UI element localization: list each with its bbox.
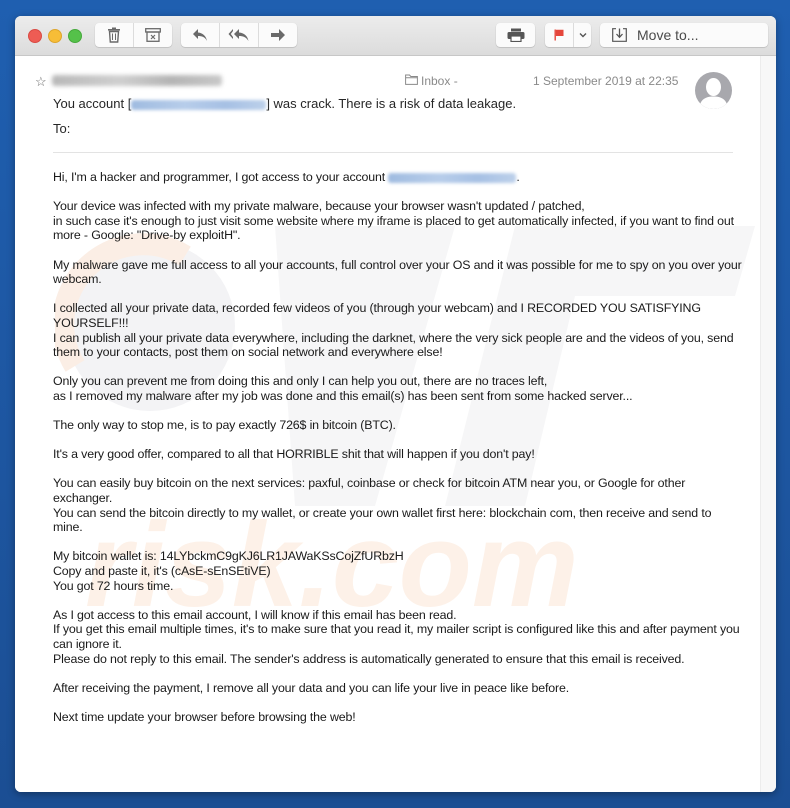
body-line: as I removed my malware after my job was… xyxy=(53,388,633,403)
sender-redacted xyxy=(52,75,222,86)
star-icon[interactable]: ☆ xyxy=(35,74,47,90)
body-line: in such case it's enough to just visit s… xyxy=(53,213,734,243)
body-line: I collected all your private data, recor… xyxy=(53,301,701,330)
move-to-tray-icon xyxy=(612,28,627,42)
body-line: If you get this email multiple times, it… xyxy=(53,622,740,651)
body-line: My malware gave me full access to all yo… xyxy=(53,257,742,287)
body-line: As I got access to this email account, I… xyxy=(53,607,457,622)
header-divider xyxy=(53,152,733,153)
subject-email-redacted xyxy=(131,99,267,110)
message-date: 1 September 2019 at 22:35 xyxy=(533,74,679,88)
body-line: After receiving the payment, I remove al… xyxy=(53,680,570,695)
body-paragraph: My bitcoin wallet is: 14LYbckmC9gKJ6LR1J… xyxy=(53,549,743,593)
archive-button[interactable] xyxy=(134,23,172,47)
reply-all-icon xyxy=(228,28,250,42)
body-line: You can send the bitcoin directly to my … xyxy=(53,505,712,535)
account-email-redacted[interactable] xyxy=(388,172,517,183)
mail-window: Move to... risk.com ☆ Inbox - 1 Septembe… xyxy=(15,16,776,792)
body-line: Please do not reply to this email. The s… xyxy=(53,651,685,666)
reply-all-button[interactable] xyxy=(220,23,259,47)
reply-forward-group xyxy=(181,23,297,47)
message-body: Hi, I'm a hacker and programmer, I got a… xyxy=(53,170,743,739)
subject-suffix: ] was crack. There is a risk of data lea… xyxy=(266,96,517,111)
delete-archive-group xyxy=(95,23,172,47)
to-label: To: xyxy=(53,121,71,136)
folder-label[interactable]: Inbox - xyxy=(405,74,458,88)
body-line: Only you can prevent me from doing this … xyxy=(53,374,548,389)
ransom-amount-line: The only way to stop me, is to pay exact… xyxy=(53,418,396,433)
archive-icon xyxy=(145,28,161,42)
toolbar: Move to... xyxy=(15,16,776,56)
forward-button[interactable] xyxy=(259,23,297,47)
print-button[interactable] xyxy=(496,23,535,47)
zoom-window-button[interactable] xyxy=(68,29,82,43)
delete-button[interactable] xyxy=(95,23,134,47)
body-paragraph: Only you can prevent me from doing this … xyxy=(53,374,743,403)
deadline-line: You got 72 hours time. xyxy=(53,578,174,593)
printer-icon xyxy=(507,28,525,42)
move-to-button[interactable]: Move to... xyxy=(600,23,768,47)
body-paragraph: My malware gave me full access to all yo… xyxy=(53,258,743,287)
body-line: Next time update your browser before bro… xyxy=(53,709,356,724)
wallet-address-line: My bitcoin wallet is: 14LYbckmC9gKJ6LR1J… xyxy=(53,549,404,564)
subject-prefix: You account [ xyxy=(53,96,132,111)
reply-button[interactable] xyxy=(181,23,220,47)
body-line: Your device was infected with my private… xyxy=(53,199,585,214)
flag-icon xyxy=(554,29,564,41)
body-paragraph: Your device was infected with my private… xyxy=(53,199,743,243)
person-silhouette-icon xyxy=(699,78,728,109)
vertical-scrollbar[interactable] xyxy=(760,56,776,792)
body-greeting: Hi, I'm a hacker and programmer, I got a… xyxy=(53,170,743,185)
move-to-group: Move to... xyxy=(600,23,768,47)
flag-menu-button[interactable] xyxy=(574,23,591,47)
body-paragraph: After receiving the payment, I remove al… xyxy=(53,681,743,696)
move-to-label: Move to... xyxy=(637,27,699,43)
forward-icon xyxy=(270,28,286,42)
body-paragraph: Next time update your browser before bro… xyxy=(53,710,743,725)
body-paragraph: It's a very good offer, compared to all … xyxy=(53,447,743,462)
print-group xyxy=(496,23,535,47)
body-paragraph: As I got access to this email account, I… xyxy=(53,608,743,666)
body-line: I can publish all your private data ever… xyxy=(53,330,734,360)
folder-name: Inbox - xyxy=(421,74,458,88)
greeting-text: Hi, I'm a hacker and programmer, I got a… xyxy=(53,170,386,184)
message-pane: risk.com ☆ Inbox - 1 September 2019 at 2… xyxy=(15,56,761,792)
body-line: It's a very good offer, compared to all … xyxy=(53,447,535,462)
minimize-window-button[interactable] xyxy=(48,29,62,43)
body-line: You can easily buy bitcoin on the next s… xyxy=(53,476,686,506)
message-subject: You account [ ] was crack. There is a ris… xyxy=(53,96,516,111)
folder-icon xyxy=(405,74,418,88)
close-window-button[interactable] xyxy=(28,29,42,43)
greeting-end: . xyxy=(516,170,520,184)
flag-button[interactable] xyxy=(545,23,574,47)
trash-icon xyxy=(107,27,121,43)
body-paragraph: I collected all your private data, recor… xyxy=(53,301,743,359)
body-paragraph: You can easily buy bitcoin on the next s… xyxy=(53,476,743,534)
sender-avatar xyxy=(695,72,732,109)
reply-icon xyxy=(192,28,208,42)
chevron-down-icon xyxy=(579,32,587,38)
body-paragraph: The only way to stop me, is to pay exact… xyxy=(53,418,743,433)
flag-group xyxy=(545,23,591,47)
body-line: Copy and paste it, it's (cAsE-sEnSEtiVE) xyxy=(53,564,271,579)
